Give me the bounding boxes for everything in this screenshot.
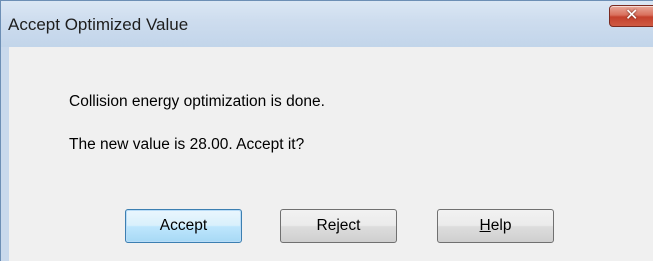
title-bar[interactable]: Accept Optimized Value ✕	[1, 1, 653, 47]
message-line-2: The new value is 28.00. Accept it?	[69, 136, 305, 153]
close-button[interactable]: ✕	[609, 5, 653, 27]
window-title: Accept Optimized Value	[8, 15, 189, 34]
help-label-rest: elp	[490, 217, 512, 234]
close-icon: ✕	[625, 5, 639, 24]
accept-button[interactable]: Accept	[125, 209, 242, 243]
dialog-window: Accept Optimized Value ✕ Collision energ…	[0, 0, 653, 261]
help-mnemonic: H	[479, 217, 491, 234]
dialog-body: Collision energy optimization is done. T…	[9, 47, 653, 261]
reject-button[interactable]: Reject	[280, 209, 397, 243]
help-button[interactable]: Help	[437, 209, 554, 243]
message-line-1: Collision energy optimization is done.	[69, 93, 325, 110]
